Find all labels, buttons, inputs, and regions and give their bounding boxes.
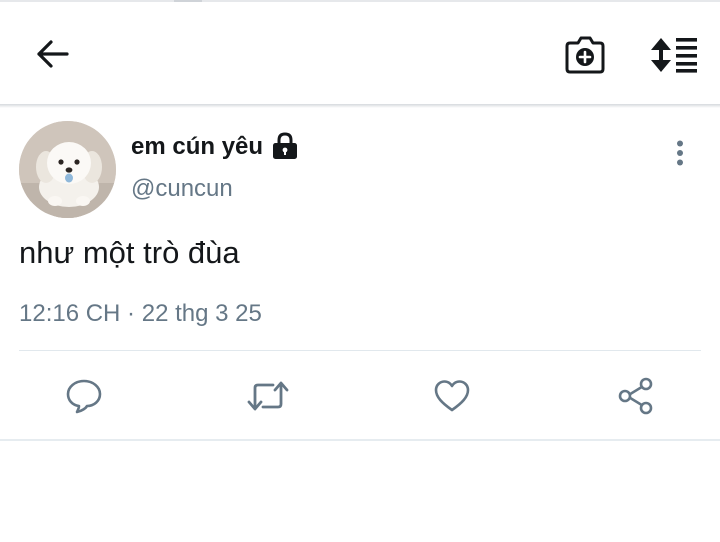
more-options-button[interactable] [664,136,696,170]
more-vertical-icon [677,140,683,166]
avatar[interactable] [19,121,116,218]
user-handle[interactable]: @cuncun [131,175,233,203]
lock-icon [272,132,298,160]
tweet-bottom-border [0,439,720,441]
tweet-text: như một trò đùa [19,235,240,270]
camera-button[interactable] [561,32,609,78]
display-name[interactable]: em cún yêu [131,133,263,161]
like-button[interactable] [429,373,475,419]
reply-icon [66,379,102,414]
divider [19,350,701,351]
retweet-icon [247,381,289,411]
toolbar-shadow [0,104,720,108]
toolbar [0,2,720,106]
share-icon [618,377,653,415]
retweet-button[interactable] [245,373,291,419]
camera-plus-icon [565,36,605,74]
tweet-timestamp: 12:16 CH · 22 thg 3 25 [19,300,262,327]
back-button[interactable] [28,32,76,76]
puppy-avatar-image [19,121,116,218]
reply-button[interactable] [61,373,107,419]
action-bar [0,373,720,419]
sort-button[interactable] [648,32,702,78]
arrow-left-icon [37,40,69,68]
sort-lines-icon [651,38,697,73]
share-button[interactable] [613,373,659,419]
heart-icon [434,380,470,412]
